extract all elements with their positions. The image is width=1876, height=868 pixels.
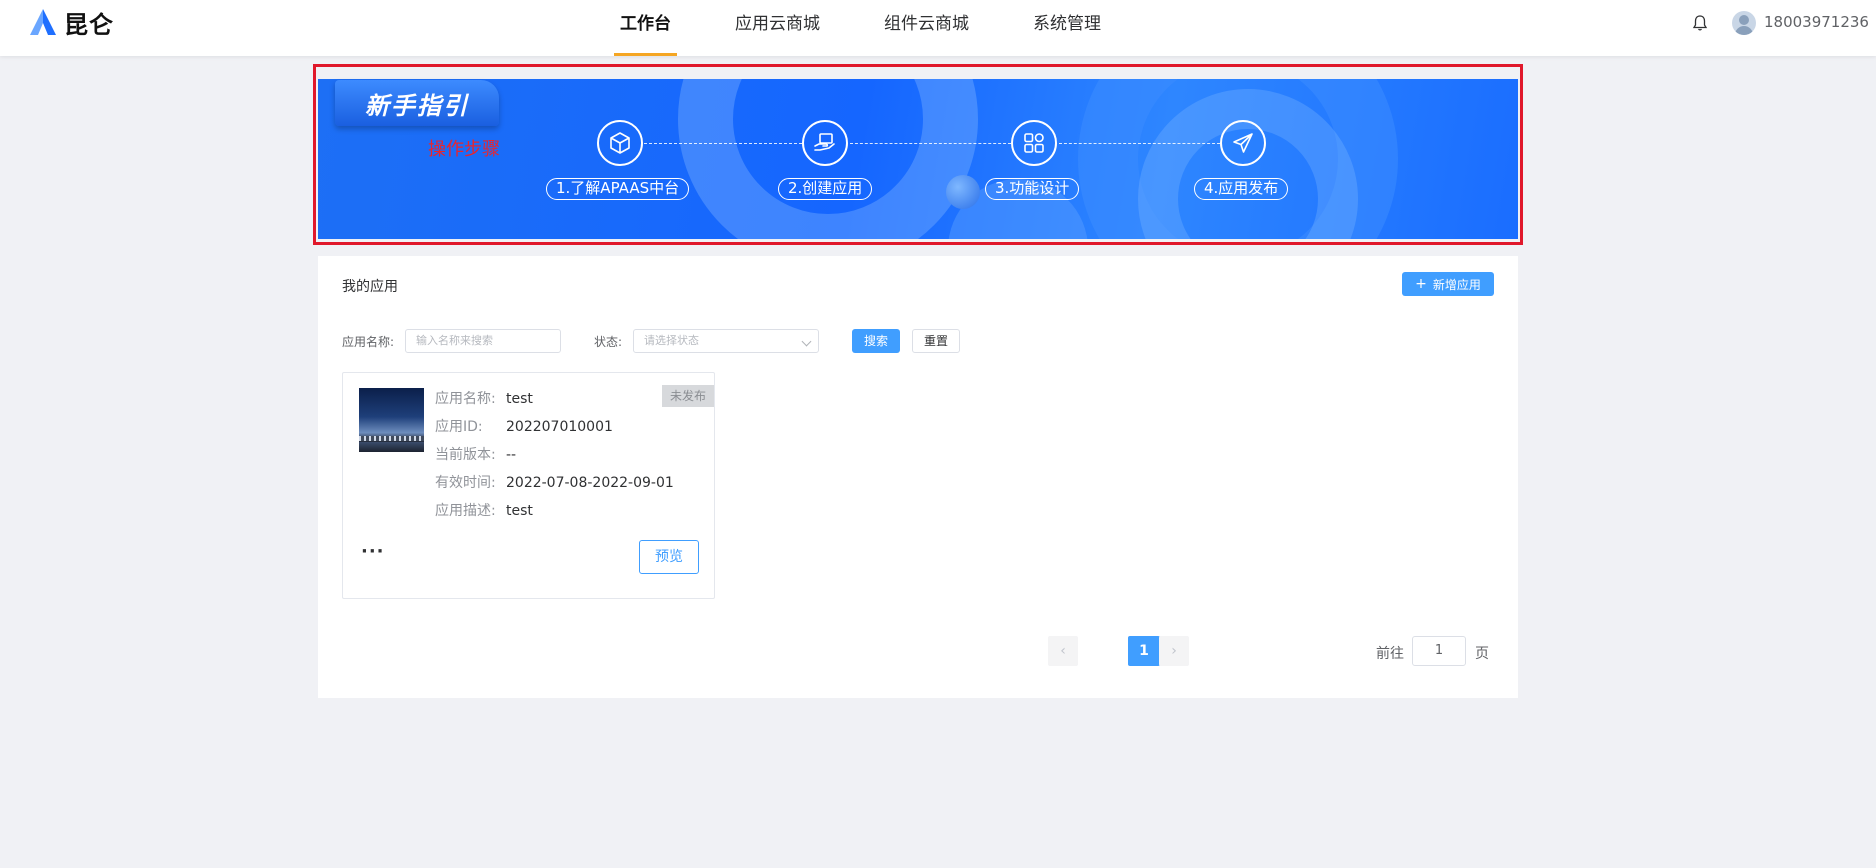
step-2-label[interactable]: 2.创建应用 [778, 178, 873, 200]
page-number-1[interactable]: 1 [1128, 636, 1160, 666]
app-logo[interactable]: 昆仑 [28, 6, 114, 39]
info-value: 2022-07-08-2022-09-01 [506, 475, 674, 491]
app-logo-text: 昆仑 [64, 10, 114, 39]
step-1-label[interactable]: 1.了解APAAS中台 [546, 178, 690, 200]
app-name-search-input[interactable]: 输入名称来搜索 [405, 329, 561, 353]
step-1-circle[interactable] [597, 120, 643, 166]
paper-plane-icon [1233, 133, 1253, 153]
kunlun-logo-icon [30, 9, 56, 35]
app-version-row: 当前版本: -- [435, 444, 516, 464]
operation-steps-annotation: 操作步骤 [428, 139, 500, 160]
app-name-placeholder: 输入名称来搜索 [416, 334, 493, 347]
info-value: test [506, 391, 533, 407]
status-filter-label: 状态: [594, 335, 623, 349]
info-key: 应用ID: [435, 419, 483, 435]
app-name-filter-label: 应用名称: [342, 335, 395, 349]
cube-icon [610, 132, 630, 154]
app-id-row: 应用ID: 202207010001 [435, 416, 613, 436]
step-connector [644, 143, 802, 144]
info-key: 有效时间: [435, 475, 496, 491]
preview-button[interactable]: 预览 [639, 540, 699, 574]
add-app-button[interactable]: + 新增应用 [1402, 272, 1494, 296]
username[interactable]: 18003971236 [1764, 13, 1869, 31]
app-card[interactable]: 未发布 应用名称: test 应用ID: 202207010001 当前版本: -- … [342, 372, 715, 599]
info-value: -- [506, 447, 517, 463]
my-apps-title: 我的应用 [342, 279, 398, 295]
bell-icon[interactable] [1692, 14, 1708, 36]
status-select[interactable]: 请选择状态 [633, 329, 819, 353]
app-description-row: 应用描述: test [435, 500, 533, 520]
user-avatar[interactable] [1732, 11, 1756, 35]
main-nav: 工作台 应用云商城 组件云商城 系统管理 [614, 0, 1165, 56]
info-key: 应用描述: [435, 503, 496, 519]
step-2-circle[interactable] [802, 120, 848, 166]
info-key: 当前版本: [435, 447, 496, 463]
step-4-label[interactable]: 4.应用发布 [1194, 178, 1289, 200]
more-options-icon[interactable]: ··· [361, 541, 385, 562]
grid-icon [1024, 133, 1044, 153]
info-value: test [506, 503, 533, 519]
nav-item-system-management[interactable]: 系统管理 [1033, 0, 1101, 56]
step-3-circle[interactable] [1011, 120, 1057, 166]
app-valid-time-row: 有效时间: 2022-07-08-2022-09-01 [435, 472, 674, 492]
page-suffix-label: 页 [1475, 646, 1489, 662]
hand-box-icon [814, 133, 835, 151]
top-navigation-bar: 昆仑 工作台 应用云商城 组件云商城 系统管理 18003971236 [0, 0, 1876, 56]
search-button[interactable]: 搜索 [852, 329, 900, 353]
chevron-down-icon [801, 336, 812, 347]
status-placeholder: 请选择状态 [644, 334, 699, 347]
goto-label: 前往 [1376, 646, 1404, 662]
next-page-button[interactable]: › [1159, 636, 1189, 666]
my-apps-panel: 我的应用 + 新增应用 应用名称: 输入名称来搜索 状态: 请选择状态 搜索 重… [318, 256, 1518, 698]
status-badge: 未发布 [662, 385, 714, 407]
prev-page-button[interactable]: ‹ [1048, 636, 1078, 666]
app-thumbnail [359, 388, 424, 452]
app-name-row: 应用名称: test [435, 388, 533, 408]
goto-page-input[interactable]: 1 [1412, 636, 1466, 666]
step-4-circle[interactable] [1220, 120, 1266, 166]
add-app-label: 新增应用 [1432, 277, 1481, 292]
guide-title-tag: 新手指引 [335, 80, 499, 126]
nav-item-workbench[interactable]: 工作台 [614, 0, 677, 56]
info-value: 202207010001 [506, 419, 613, 435]
nav-item-app-store[interactable]: 应用云商城 [735, 0, 820, 56]
step-3-label[interactable]: 3.功能设计 [985, 178, 1080, 200]
step-connector [850, 143, 1011, 144]
nav-item-component-store[interactable]: 组件云商城 [884, 0, 969, 56]
guide-title: 新手指引 [365, 92, 469, 120]
plus-icon: + [1415, 276, 1427, 292]
info-key: 应用名称: [435, 391, 496, 407]
step-connector [1059, 143, 1220, 144]
reset-button[interactable]: 重置 [912, 329, 960, 353]
